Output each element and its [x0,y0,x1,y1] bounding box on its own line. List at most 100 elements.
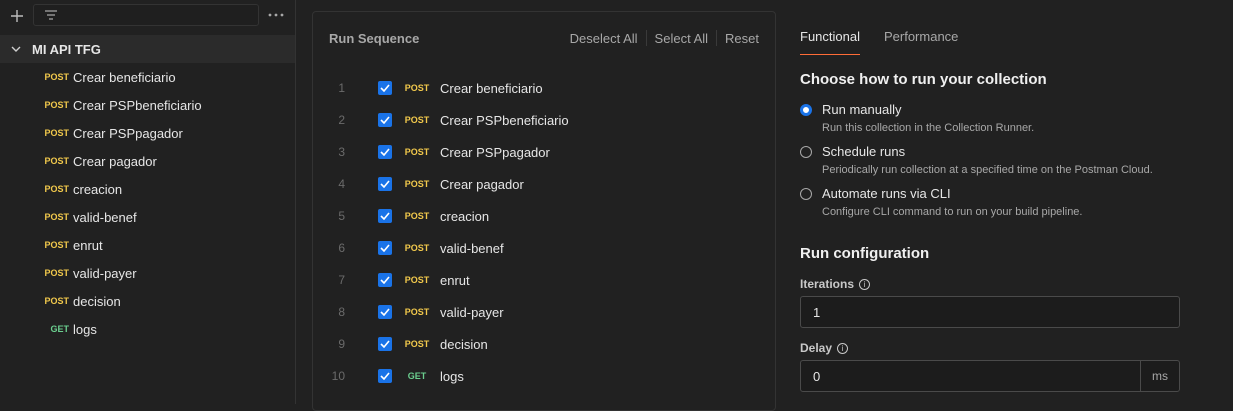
run-configuration-heading: Run configuration [800,245,930,262]
run-sequence-title: Run Sequence [329,31,420,46]
row-checkbox[interactable] [378,177,392,191]
row-number: 10 [331,369,345,383]
request-label: creacion [73,181,123,197]
request-label: Crear PSPpagador [73,125,183,141]
run-sequence-row: 1 POST Crear beneficiario [313,72,775,104]
iterations-label-text: Iterations [800,277,855,291]
tab-functional[interactable]: Functional [800,29,860,55]
method-badge: POST [44,296,69,306]
check-icon [380,116,390,124]
row-number: 1 [338,81,345,95]
method-badge: POST [404,307,430,317]
method-badge: POST [44,156,69,166]
more-horizontal-icon[interactable] [264,6,288,24]
row-checkbox[interactable] [378,81,392,95]
row-number: 8 [338,305,345,319]
row-checkbox[interactable] [378,209,392,223]
radio-schedule-runs[interactable] [800,146,812,158]
run-sequence-row: 8 POST valid-payer [313,296,775,328]
info-icon[interactable]: i [859,278,871,290]
request-label: Crear beneficiario [440,80,543,96]
radio-automate-cli[interactable] [800,188,812,200]
request-label: creacion [440,208,490,224]
request-label: enrut [73,237,103,253]
sidebar-request-item[interactable]: GET logs [0,315,295,343]
run-method-heading: Choose how to run your collection [800,71,1047,88]
run-sequence-row: 10 GET logs [313,360,775,392]
run-sequence-row: 2 POST Crear PSPbeneficiario [313,104,775,136]
delay-unit: ms [1140,361,1179,391]
search-input[interactable] [33,4,259,26]
sidebar-request-item[interactable]: POST creacion [0,175,295,203]
row-number: 5 [338,209,345,223]
method-badge: POST [44,240,69,250]
iterations-field[interactable]: 1 [800,296,1180,328]
chevron-down-icon[interactable] [11,45,23,53]
row-checkbox[interactable] [378,145,392,159]
row-number: 7 [338,273,345,287]
sidebar-request-item[interactable]: POST Crear beneficiario [0,63,295,91]
run-sequence-row: 5 POST creacion [313,200,775,232]
request-list: POST Crear beneficiario POST Crear PSPbenef… [0,63,295,343]
radio-run-manually[interactable] [800,104,812,116]
request-label: Crear beneficiario [73,69,176,85]
row-number: 6 [338,241,345,255]
row-number: 4 [338,177,345,191]
sidebar-request-item[interactable]: POST decision [0,287,295,315]
divider [716,30,718,46]
row-checkbox[interactable] [378,305,392,319]
request-label: decision [440,336,488,352]
option-description: Run this collection in the Collection Ru… [822,122,1035,134]
plus-icon [11,10,23,22]
row-checkbox[interactable] [378,241,392,255]
row-number: 3 [338,145,345,159]
reset-button[interactable]: Reset [725,31,759,46]
run-sequence-row: 9 POST decision [313,328,775,360]
row-checkbox[interactable] [378,369,392,383]
row-checkbox[interactable] [378,113,392,127]
row-checkbox[interactable] [378,337,392,351]
row-checkbox[interactable] [378,273,392,287]
request-label: Crear pagador [73,153,157,169]
runner-config: Functional Performance Choose how to run… [800,0,1220,404]
sidebar-request-item[interactable]: POST enrut [0,231,295,259]
sidebar-request-item[interactable]: POST Crear pagador [0,147,295,175]
sidebar-request-item[interactable]: POST valid-benef [0,203,295,231]
filter-icon[interactable] [44,9,58,21]
tab-performance[interactable]: Performance [884,29,958,55]
info-icon[interactable]: i [837,342,849,354]
check-icon [380,308,390,316]
request-label: valid-benef [440,240,504,256]
collection-header[interactable]: MI API TFG [0,35,295,63]
method-badge: POST [404,179,430,189]
row-number: 2 [338,113,345,127]
select-all-button[interactable]: Select All [655,31,708,46]
method-badge: POST [404,243,430,253]
request-label: valid-payer [440,304,504,320]
delay-label: Delay i [800,341,849,355]
method-badge: POST [404,211,430,221]
deselect-all-button[interactable]: Deselect All [570,31,638,46]
add-button[interactable] [0,0,34,32]
method-badge: POST [404,115,430,125]
option-title: Automate runs via CLI [822,186,951,201]
check-icon [380,244,390,252]
sidebar-request-item[interactable]: POST Crear PSPpagador [0,119,295,147]
collection-name: MI API TFG [32,41,101,57]
sidebar-request-item[interactable]: POST valid-payer [0,259,295,287]
check-icon [380,340,390,348]
method-badge: POST [404,147,430,157]
delay-field[interactable]: 0 ms [800,360,1180,392]
check-icon [380,276,390,284]
iterations-value: 1 [813,304,821,320]
check-icon [380,212,390,220]
method-badge: GET [407,371,427,381]
request-label: valid-payer [73,265,137,281]
check-icon [380,84,390,92]
method-badge: POST [404,275,430,285]
run-sequence-actions: Deselect All Select All Reset [570,30,759,46]
run-sequence-row: 7 POST enrut [313,264,775,296]
sidebar-request-item[interactable]: POST Crear PSPbeneficiario [0,91,295,119]
delay-label-text: Delay [800,341,833,355]
request-label: enrut [440,272,470,288]
